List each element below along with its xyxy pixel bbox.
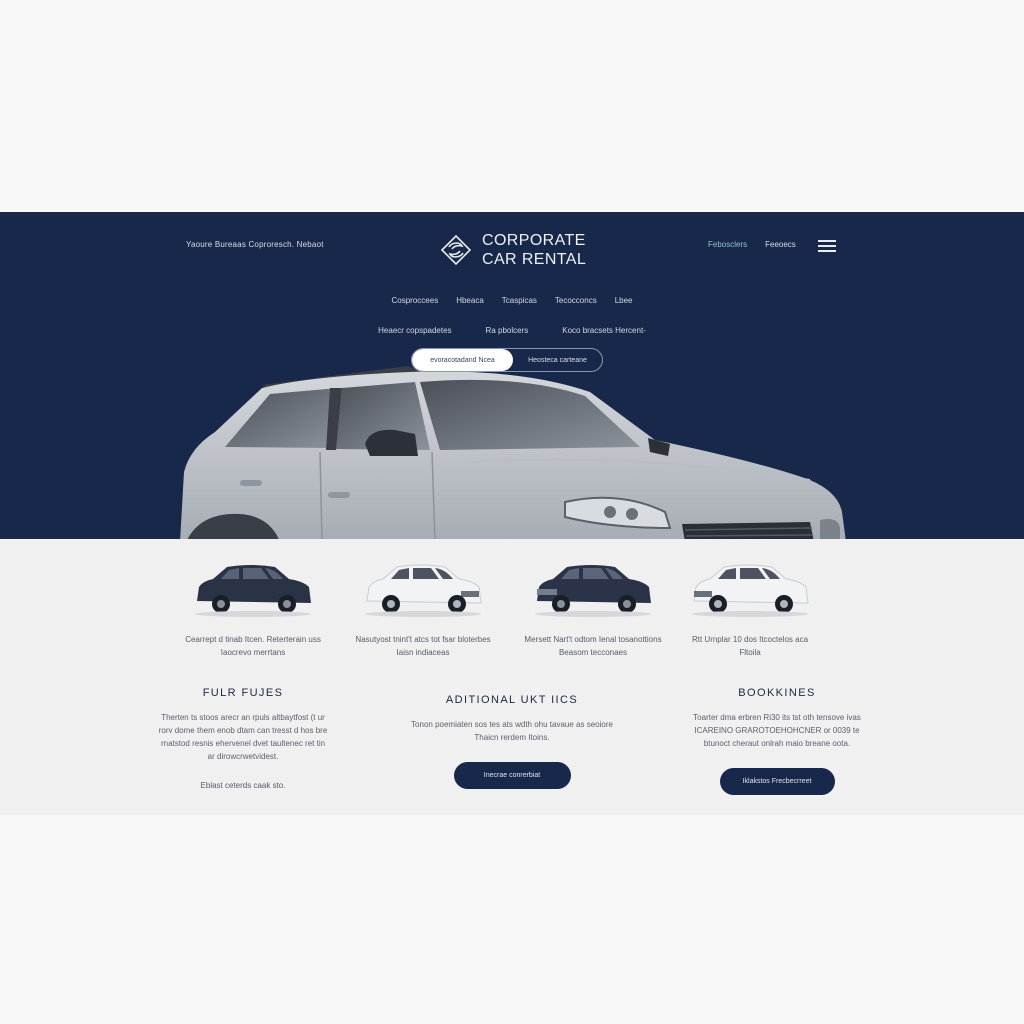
nav-item[interactable]: Hbeaca	[456, 296, 484, 305]
header-link-2[interactable]: Feeoecs	[765, 240, 796, 249]
fleet-caption-line1: Nasutyost tnint't atcs tot fsar bloterbe…	[355, 635, 491, 644]
hero-section: Yaoure Bureaas Coproresch. Nebaot CORPOR…	[0, 212, 1024, 539]
silver-suv-thumbnail	[692, 564, 809, 617]
features-footnote[interactable]: Eblast ceterds caak sto.	[143, 781, 343, 790]
logo-line-1: CORPORATE	[482, 232, 586, 249]
subnav-item[interactable]: Heaecr copspadetes	[378, 326, 451, 335]
fleet-card[interactable]: Nasutyost tnint't atcs tot fsar bloterbe…	[333, 559, 513, 659]
fleet-caption-line1: Cearrept d tinab Itcen. Reterterain uss	[185, 635, 321, 644]
features-body-line: ar dirowcrwetvidest.	[207, 752, 279, 761]
white-suv-thumbnail	[365, 564, 482, 617]
content-section: Cearrept d tinab Itcen. Reterterain uss …	[0, 539, 1024, 816]
page-background-bottom	[0, 815, 1024, 1024]
hamburger-menu-icon[interactable]	[818, 240, 836, 252]
fleet-card[interactable]: Mersett Nart't odtom Ienal tosanottions …	[503, 559, 683, 659]
hero-suv-image	[180, 366, 846, 539]
logo-line-2: CAR RENTAL	[482, 251, 587, 268]
secondary-nav: Heaecr copspadetes Ra pbolcers Koco brac…	[0, 326, 1024, 335]
nav-item[interactable]: Lbee	[615, 296, 633, 305]
fleet-caption-line2: Iaisn indiaceas	[396, 648, 450, 657]
brand-logo[interactable]: CORPORATE CAR RENTAL	[440, 231, 586, 269]
subnav-item[interactable]: Koco bracsets Hercent-	[562, 326, 646, 335]
page-background-top	[0, 0, 1024, 212]
additional-column: ADITIONAL UKT IICS Tonon poemiaten sos t…	[392, 694, 632, 789]
fleet-caption-line1: Mersett Nart't odtom Ienal tosanottions	[524, 635, 662, 644]
dark-suv-thumbnail	[195, 565, 311, 617]
primary-nav: Cosproccees Hbeaca Tcaspicas Tecocconcs …	[0, 296, 1024, 305]
nav-item[interactable]: Tecocconcs	[555, 296, 597, 305]
header-links: Febosclers Feeoecs	[708, 240, 796, 249]
bookings-title: BOOKKINES	[738, 687, 816, 699]
bookings-body-line: Toarter dma erbren Ri30 its tst oth tens…	[693, 713, 861, 722]
fleet-card[interactable]: Cearrept d tinab Itcen. Reterterain uss …	[163, 559, 343, 659]
additional-cta-button[interactable]: Inecrae conrerbiat	[453, 762, 571, 789]
additional-body-line: Thaicn rerdem Itoins.	[474, 733, 550, 742]
fleet-caption-line2: Iaocrevo merrtans	[220, 648, 286, 657]
fleet-caption-line2: Fltoila	[739, 648, 761, 657]
bookings-column: BOOKKINES Toarter dma erbren Ri30 its ts…	[677, 687, 877, 795]
navy-suv-thumbnail	[535, 565, 651, 617]
toggle-option-2[interactable]: Heosteca carteane	[513, 349, 602, 371]
features-body-line: rnatstod resnis ehervenel dvet taultenec…	[160, 739, 326, 748]
bookings-cta-button[interactable]: Iklakstos Frecbecrreet	[719, 768, 835, 795]
toggle-option-1[interactable]: evoracotadand Ncea	[412, 349, 513, 371]
fleet-caption-line1: Rtt Urnplar 10 dos Itcoctelos aca	[691, 635, 809, 644]
additional-body-line: Tonon poemiaten sos tes ats wdth ohu tav…	[411, 720, 613, 729]
nav-item[interactable]: Tcaspicas	[502, 296, 537, 305]
additional-title: ADITIONAL UKT IICS	[445, 694, 579, 706]
bookings-body-line: btunoct cheraut onlrah maio breane oota.	[703, 739, 851, 748]
header-tagline: Yaoure Bureaas Coproresch. Nebaot	[186, 240, 324, 249]
bookings-body-line: ICAREINO GRAROTOEHOHCNER or 0039 te	[694, 726, 860, 735]
features-body-line: Therten ts stoos arecr an rpuls altbaytf…	[161, 713, 325, 722]
features-title: FULR FUJES	[202, 687, 284, 699]
nav-item[interactable]: Cosproccees	[392, 296, 439, 305]
features-body-line: rorv dome them enob dtam can tresst d ho…	[158, 726, 328, 735]
segmented-toggle: evoracotadand Ncea Heosteca carteane	[411, 348, 603, 372]
subnav-item[interactable]: Ra pbolcers	[486, 326, 529, 335]
fleet-card[interactable]: Rtt Urnplar 10 dos Itcoctelos aca Fltoil…	[660, 559, 840, 659]
logo-mark-icon	[440, 234, 472, 266]
features-column: FULR FUJES Therten ts stoos arecr an rpu…	[143, 687, 343, 790]
fleet-caption-line2: Beasom tecconaes	[558, 648, 628, 657]
header-link-1[interactable]: Febosclers	[708, 240, 747, 249]
